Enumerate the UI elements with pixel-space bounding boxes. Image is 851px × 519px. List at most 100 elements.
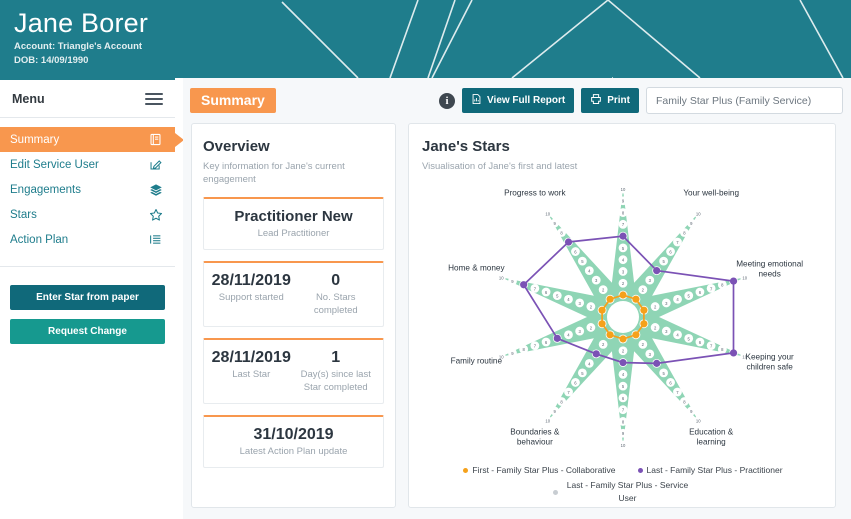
axis-label: Home & money	[448, 264, 505, 273]
sidebar: Menu Summary Edit Service User	[0, 78, 175, 519]
last-star-box: 28/11/2019 Last Star 1 Day(s) since last…	[203, 338, 384, 404]
stat-label: Support started	[209, 291, 294, 304]
stat-label: No. Stars completed	[294, 291, 379, 317]
axis-label: Your well-being	[683, 189, 739, 198]
main-content: Summary i View Full Report	[183, 78, 851, 519]
axis-label: Keeping your	[746, 352, 795, 361]
print-label: Print	[607, 95, 630, 106]
stat-value: 28/11/2019	[209, 270, 294, 291]
scale-bead-value: 10	[696, 418, 701, 423]
legend-item: Last - Family Star Plus - Service User	[553, 479, 694, 505]
request-change-button[interactable]: Request Change	[10, 319, 165, 344]
legend-label: First - Family Star Plus - Collaborative	[472, 464, 615, 477]
page-banner: Jane Borer Account: Triangle's Account D…	[0, 0, 851, 78]
stat-value: 1	[294, 347, 379, 368]
overview-card: Overview Key information for Jane's curr…	[191, 123, 396, 508]
overview-subtitle: Key information for Jane's current engag…	[203, 160, 384, 186]
series-point	[619, 291, 626, 298]
practitioner-role: Lead Practitioner	[209, 227, 378, 240]
menu-label: Menu	[12, 92, 45, 106]
list-checklist-icon	[148, 232, 163, 247]
stat-value: 0	[294, 270, 379, 291]
banner-text-group: Jane Borer Account: Triangle's Account D…	[14, 6, 148, 68]
star-radar-chart: 1234567891012345678910123456789101234567…	[422, 180, 824, 458]
menu-header: Menu	[0, 80, 175, 118]
series-point	[598, 307, 605, 314]
sidebar-item-label: Engagements	[10, 184, 81, 196]
enter-star-from-paper-button[interactable]: Enter Star from paper	[10, 285, 165, 310]
stars-title: Jane's Stars	[422, 137, 822, 157]
hamburger-icon[interactable]	[145, 93, 163, 105]
sidebar-item-label: Summary	[10, 134, 59, 146]
chart-legend: First - Family Star Plus - Collaborative…	[422, 464, 824, 505]
sidebar-nav: Summary Edit Service User Eng	[0, 118, 175, 252]
overview-title: Overview	[203, 137, 384, 157]
axis-label: behaviour	[517, 437, 553, 446]
series-point	[554, 335, 561, 342]
scale-bead-value: 10	[545, 211, 550, 216]
sidebar-item-label: Edit Service User	[10, 159, 99, 171]
chart-center-hole	[607, 301, 639, 333]
sidebar-item-label: Stars	[10, 209, 37, 221]
scale-bead-value: 10	[545, 418, 550, 423]
scale-bead-value: 10	[696, 211, 701, 216]
series-point	[520, 281, 527, 288]
info-circle-icon[interactable]: i	[439, 93, 455, 109]
axis-label: needs	[759, 270, 781, 279]
series-point	[640, 307, 647, 314]
star-type-select[interactable]: Family Star Plus (Family Service)	[646, 87, 843, 114]
legend-label: Last - Family Star Plus - Service User	[562, 479, 694, 505]
axis-label: Meeting emotional	[736, 260, 803, 269]
edit-pencil-icon	[148, 157, 163, 172]
series-point	[619, 359, 626, 366]
toolbar: Summary i View Full Report	[183, 78, 851, 123]
legend-item: First - Family Star Plus - Collaborative	[463, 464, 615, 477]
account-label: Account: Triangle's Account	[14, 40, 148, 54]
stat-value: 28/11/2019	[209, 347, 294, 368]
stat-label: Latest Action Plan update	[209, 445, 378, 458]
stat-cell: 1 Day(s) since last Star completed	[294, 347, 379, 394]
axis-label: Family routine	[451, 356, 503, 365]
series-point	[619, 233, 626, 240]
sidebar-item-summary[interactable]: Summary	[0, 127, 175, 152]
series-point	[653, 267, 660, 274]
stars-subtitle: Visualisation of Jane's first and latest	[422, 160, 822, 173]
series-point	[730, 349, 737, 356]
scale-bead-value: 10	[742, 275, 747, 280]
sidebar-item-stars[interactable]: Stars	[0, 202, 175, 227]
printer-icon	[590, 93, 602, 108]
series-point	[598, 320, 605, 327]
stars-card: Jane's Stars Visualisation of Jane's fir…	[408, 123, 836, 508]
star-chart-svg: 1234567891012345678910123456789101234567…	[422, 180, 824, 458]
support-started-box: 28/11/2019 Support started 0 No. Stars c…	[203, 261, 384, 327]
action-plan-box: 31/10/2019 Latest Action Plan update	[203, 415, 384, 468]
stat-cell: 28/11/2019 Support started	[209, 270, 294, 317]
scale-bead-value: 10	[621, 187, 626, 192]
view-full-report-button[interactable]: View Full Report	[462, 88, 574, 113]
stat-value: 31/10/2019	[209, 424, 378, 445]
view-full-report-label: View Full Report	[487, 95, 565, 106]
sidebar-item-engagements[interactable]: Engagements	[0, 177, 175, 202]
service-user-name: Jane Borer	[14, 6, 148, 40]
series-point	[632, 296, 639, 303]
tab-summary[interactable]: Summary	[190, 88, 276, 113]
series-point	[593, 350, 600, 357]
star-outline-icon	[148, 207, 163, 222]
print-button[interactable]: Print	[581, 88, 639, 113]
scale-bead-value: 10	[621, 443, 626, 448]
scale-bead-value: 10	[499, 275, 504, 280]
legend-color-dot	[553, 490, 558, 495]
series-point	[640, 320, 647, 327]
star-type-select-value: Family Star Plus (Family Service)	[656, 95, 811, 107]
sidebar-item-edit-service-user[interactable]: Edit Service User	[0, 152, 175, 177]
sidebar-item-action-plan[interactable]: Action Plan	[0, 227, 175, 252]
stat-label: Last Star	[209, 368, 294, 381]
stat-label: Day(s) since last Star completed	[294, 368, 379, 394]
panels-row: Overview Key information for Jane's curr…	[183, 123, 851, 508]
sidebar-actions: Enter Star from paper Request Change	[0, 266, 175, 344]
legend-label: Last - Family Star Plus - Practitioner	[647, 464, 783, 477]
legend-color-dot	[638, 468, 643, 473]
sidebar-item-label: Action Plan	[10, 234, 68, 246]
series-point	[619, 335, 626, 342]
series-point	[730, 277, 737, 284]
